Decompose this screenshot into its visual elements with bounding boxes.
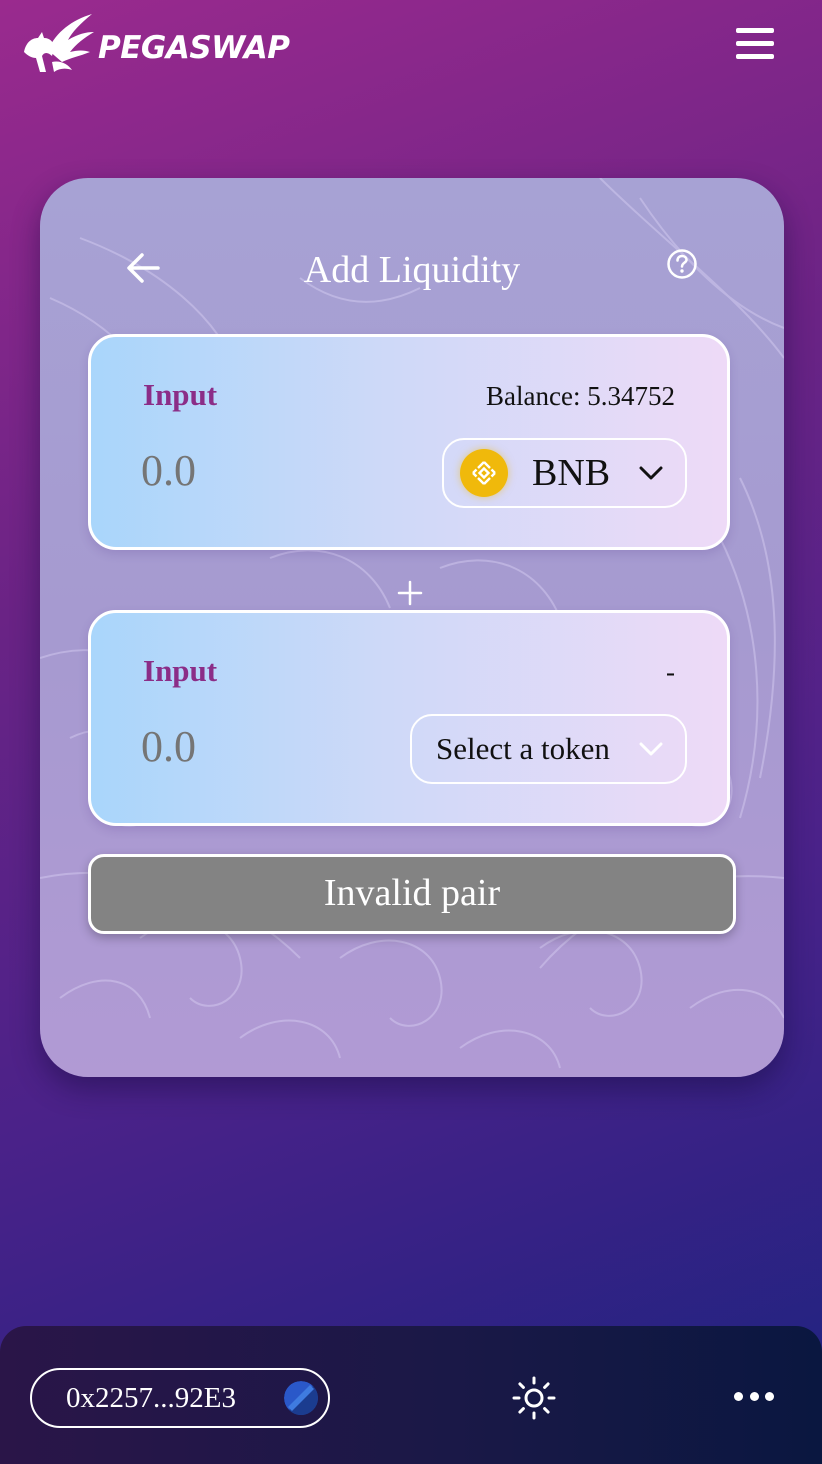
bnb-token-icon [460,449,508,497]
wallet-address: 0x2257...92E3 [66,1381,236,1414]
token-symbol: BNB [532,452,611,494]
bottom-bar: 0x2257...92E3 [0,1326,822,1464]
hamburger-icon-line [736,54,774,59]
more-options-button[interactable] [734,1392,774,1404]
more-dots-icon [734,1392,743,1401]
chevron-down-icon [639,742,663,756]
amount-input-a[interactable] [141,445,381,496]
more-dots-icon [765,1392,774,1401]
select-token-label: Select a token [436,731,610,766]
chevron-down-icon [639,466,663,480]
input-label: Input [143,377,218,412]
wallet-button[interactable]: 0x2257...92E3 [30,1368,330,1428]
plus-icon [397,580,423,606]
help-button[interactable] [666,248,698,280]
balance-text: Balance: 5.34752 [486,381,675,411]
token-select-button-a[interactable]: BNB [442,438,687,508]
input-label: Input [143,653,218,688]
balance-text: - [666,657,675,687]
currency-input-panel-a: Input Balance: 5.34752 BNB [88,334,730,550]
hamburger-menu-button[interactable] [736,28,774,62]
currency-input-panel-b: Input - Select a token [88,610,730,826]
amount-input-b[interactable] [141,721,381,772]
add-liquidity-card: Add Liquidity Input Balance: 5.34752 0.0… [40,178,784,1077]
hamburger-icon [736,28,774,33]
token-select-button-b[interactable]: Select a token [410,714,687,784]
hamburger-icon-line [736,41,774,46]
brand-name: PEGASWAP [98,30,290,66]
wallet-avatar-icon [284,1381,318,1415]
question-circle-icon [667,249,697,279]
theme-toggle-button[interactable] [512,1376,556,1420]
invalid-pair-button[interactable]: Invalid pair [88,854,736,934]
sun-icon [512,1376,556,1420]
more-dots-icon [749,1392,759,1401]
brand-logo[interactable]: PEGASWAP [22,12,290,78]
pegasus-logo-icon [24,14,94,72]
